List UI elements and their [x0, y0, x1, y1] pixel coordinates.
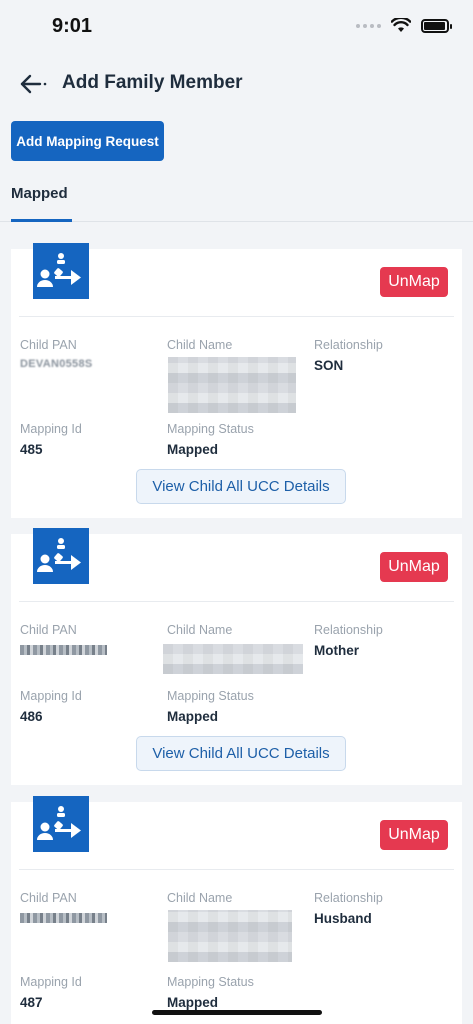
- relationship-value: Husband: [314, 911, 372, 926]
- view-child-ucc-details-button[interactable]: View Child All UCC Details: [136, 469, 346, 504]
- tab-mapped[interactable]: Mapped: [11, 172, 72, 222]
- child-name-label: Child Name: [167, 623, 233, 637]
- mapping-status-label: Mapping Status: [167, 422, 254, 436]
- card-divider: [19, 601, 454, 602]
- relationship-label: Relationship: [314, 891, 383, 905]
- child-name-redacted: [168, 357, 296, 413]
- battery-icon: [421, 18, 452, 33]
- mapping-id-value: 487: [20, 995, 43, 1010]
- child-pan-redacted: [20, 913, 107, 923]
- home-indicator: [152, 1010, 322, 1015]
- child-pan-label: Child PAN: [20, 891, 77, 905]
- mapping-card: UnMap Child PAN Child Name Relationship …: [11, 796, 462, 1024]
- mapping-id-label: Mapping Id: [20, 975, 82, 989]
- unmap-button[interactable]: UnMap: [380, 552, 448, 582]
- add-mapping-request-button[interactable]: Add Mapping Request: [11, 121, 164, 161]
- mapping-status-label: Mapping Status: [167, 689, 254, 703]
- child-pan-redacted: [20, 645, 107, 655]
- mapping-card: UnMap Child PAN Child Name Relationship …: [11, 528, 462, 785]
- mapping-status-value: Mapped: [167, 709, 219, 724]
- tab-bar: Mapped: [0, 172, 473, 222]
- status-time: 9:01: [52, 15, 93, 37]
- status-icons: [356, 18, 452, 33]
- mapping-status-value: Mapped: [167, 995, 219, 1010]
- mapping-id-value: 485: [20, 442, 43, 457]
- relationship-value: Mother: [314, 643, 359, 658]
- card-divider: [19, 316, 454, 317]
- app-header: Add Family Member: [0, 60, 473, 108]
- unmap-button[interactable]: UnMap: [380, 820, 448, 850]
- back-arrow-icon[interactable]: [16, 70, 50, 98]
- page-title: Add Family Member: [62, 72, 243, 93]
- mapping-id-label: Mapping Id: [20, 689, 82, 703]
- family-mapping-icon: [33, 528, 89, 584]
- card-divider: [19, 869, 454, 870]
- wifi-icon: [391, 18, 411, 32]
- family-mapping-icon: [33, 243, 89, 299]
- relationship-label: Relationship: [314, 338, 383, 352]
- child-name-label: Child Name: [167, 338, 233, 352]
- child-pan-label: Child PAN: [20, 338, 77, 352]
- mapping-status-value: Mapped: [167, 442, 219, 457]
- relationship-value: SON: [314, 358, 344, 373]
- child-name-redacted: [163, 644, 303, 674]
- child-name-label: Child Name: [167, 891, 233, 905]
- view-child-ucc-details-button[interactable]: View Child All UCC Details: [136, 736, 346, 771]
- family-mapping-icon: [33, 796, 89, 852]
- child-pan-label: Child PAN: [20, 623, 77, 637]
- unmap-button[interactable]: UnMap: [380, 267, 448, 297]
- mapping-id-label: Mapping Id: [20, 422, 82, 436]
- status-bar: 9:01: [0, 0, 473, 52]
- mapping-status-label: Mapping Status: [167, 975, 254, 989]
- mapping-card: UnMap Child PAN DEVAN0558S Child Name Re…: [11, 243, 462, 518]
- cellular-signal-icon: [356, 23, 381, 28]
- relationship-label: Relationship: [314, 623, 383, 637]
- child-pan-value: DEVAN0558S: [20, 358, 93, 370]
- child-name-redacted: [168, 910, 292, 962]
- mapping-id-value: 486: [20, 709, 43, 724]
